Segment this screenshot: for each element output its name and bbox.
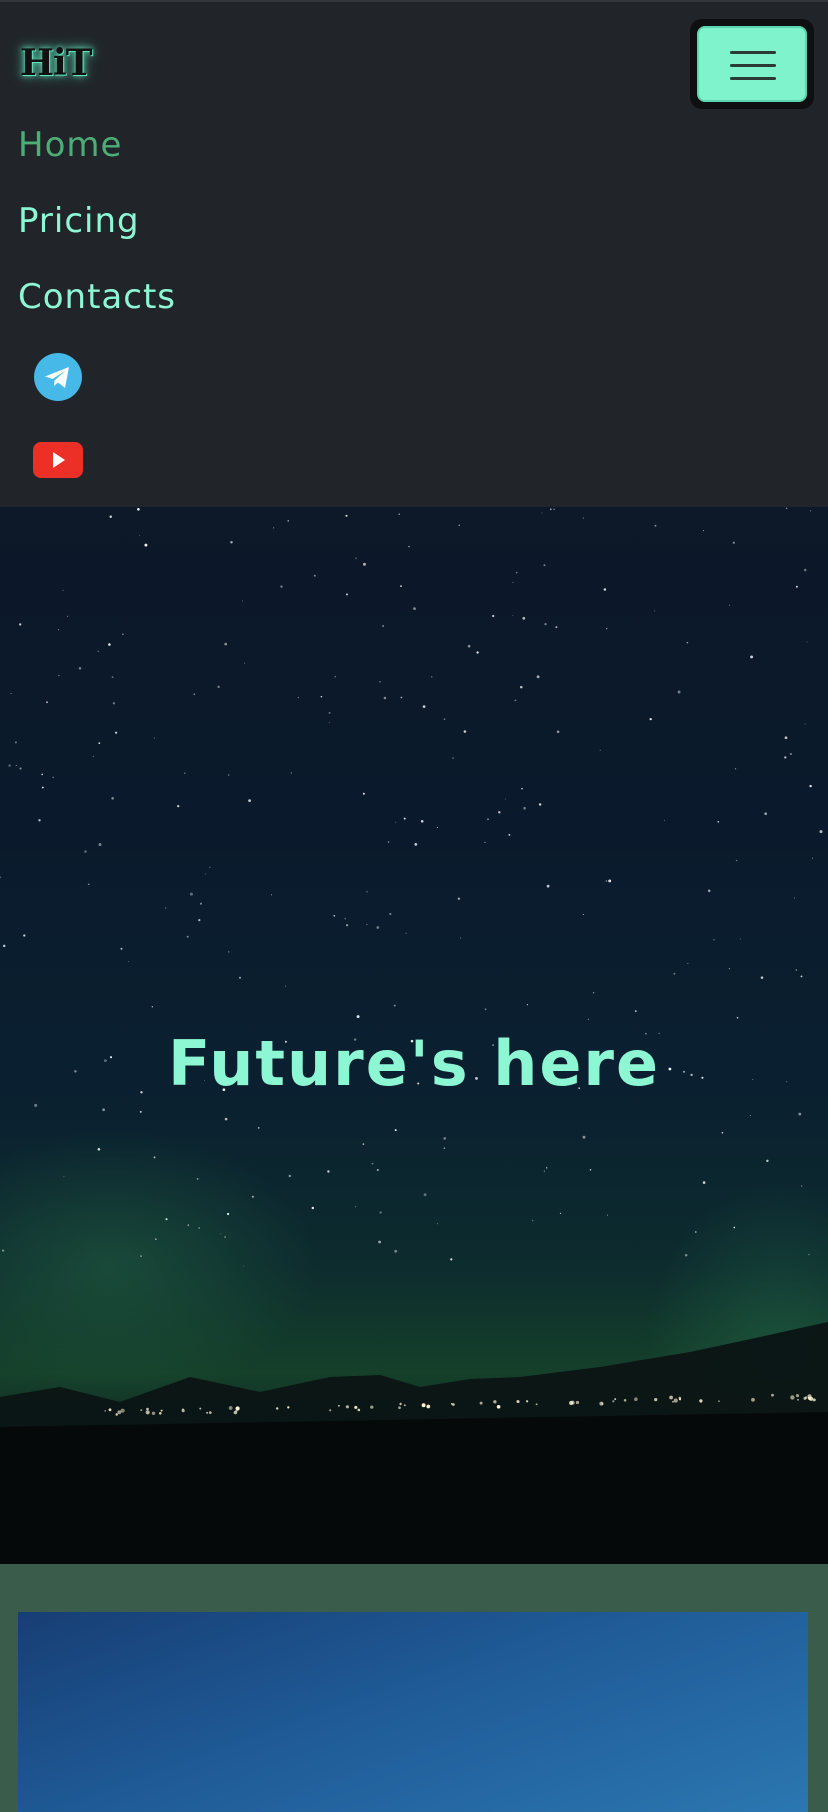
telegram-icon[interactable]	[32, 351, 84, 403]
hero-section: Future's here	[0, 507, 828, 1564]
nav-link-home[interactable]: Home	[18, 125, 122, 165]
navbar-toggler-button[interactable]	[690, 19, 814, 109]
youtube-icon[interactable]	[32, 434, 84, 486]
nav-link-contacts[interactable]: Contacts	[18, 277, 176, 317]
brand-logo[interactable]: HiT	[20, 38, 96, 88]
nav-link-pricing[interactable]: Pricing	[18, 201, 140, 241]
feature-card-image	[18, 1612, 808, 1812]
hero-title: Future's here	[167, 1026, 661, 1100]
hamburger-icon	[697, 26, 807, 102]
content-section	[0, 1564, 828, 1812]
navbar: HiT Home Pricing Contacts	[0, 0, 828, 507]
